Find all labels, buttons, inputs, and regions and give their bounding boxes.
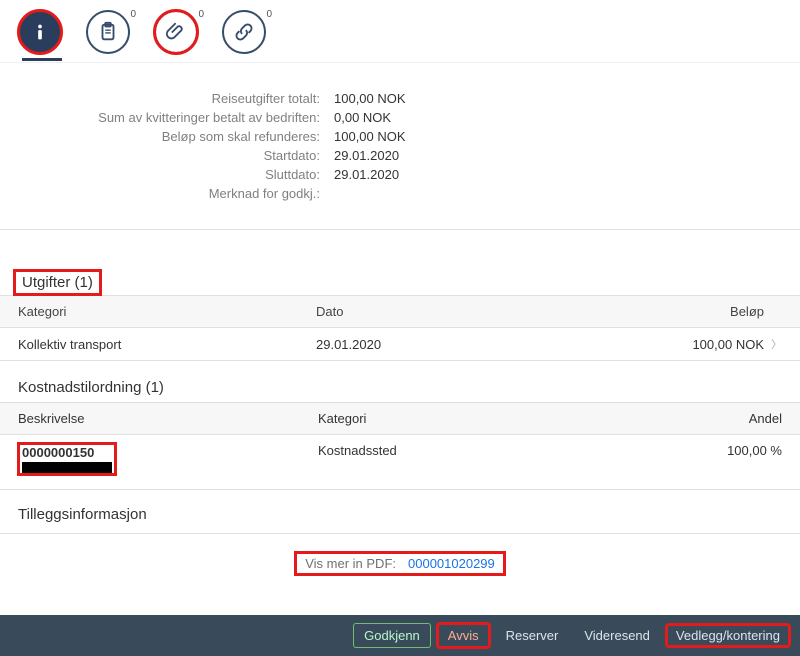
- summary-value: 0,00 NOK: [334, 110, 391, 125]
- summary-label: Reiseutgifter totalt:: [60, 91, 320, 106]
- footer-bar: Godkjenn Avvis Reserver Videresend Vedle…: [0, 615, 800, 656]
- clipboard-icon: [97, 21, 119, 43]
- paperclip-icon: [165, 21, 187, 43]
- pdf-row: Vis mer in PDF: 000001020299: [0, 534, 800, 615]
- tab-notes[interactable]: 0: [86, 10, 130, 54]
- col-beskrivelse: Beskrivelse: [18, 411, 318, 426]
- info-icon: [29, 21, 51, 43]
- row-dato: 29.01.2020: [316, 337, 614, 352]
- kostnad-header: Beskrivelse Kategori Andel: [0, 402, 800, 435]
- chevron-right-icon: 〉: [764, 336, 782, 352]
- kostnad-beskrivelse-block: 0000000150: [18, 443, 116, 475]
- utgifter-header: Kategori Dato Beløp: [0, 295, 800, 328]
- tab-attachments[interactable]: 0: [154, 10, 198, 54]
- tab-links[interactable]: 0: [222, 10, 266, 54]
- approve-button[interactable]: Godkjenn: [353, 623, 431, 648]
- kostnad-andel: 100,00 %: [662, 443, 782, 458]
- col-dato: Dato: [316, 304, 614, 319]
- row-kategori: Kollektiv transport: [18, 337, 316, 352]
- summary-row: Startdato: 29.01.2020: [60, 148, 740, 163]
- summary-row: Reiseutgifter totalt: 100,00 NOK: [60, 91, 740, 106]
- forward-button[interactable]: Videresend: [574, 624, 660, 647]
- tab-attachments-badge: 0: [198, 9, 204, 20]
- utgifter-title: Utgifter (1): [14, 270, 101, 295]
- col-andel: Andel: [662, 411, 782, 426]
- summary-label: Merknad for godkj.:: [60, 186, 320, 201]
- summary-value: 29.01.2020: [334, 167, 399, 182]
- utgifter-table: Kategori Dato Beløp Kollektiv transport …: [0, 295, 800, 361]
- col-kategori: Kategori: [18, 304, 316, 319]
- summary-value: 29.01.2020: [334, 148, 399, 163]
- col-belop: Beløp: [614, 304, 764, 319]
- tab-bar: 0 0 0: [0, 0, 800, 63]
- tab-info[interactable]: [18, 10, 62, 54]
- summary-label: Sum av kvitteringer betalt av bedriften:: [60, 110, 320, 125]
- kostnad-row: 0000000150 Kostnadssted 100,00 %: [0, 435, 800, 490]
- utgifter-row[interactable]: Kollektiv transport 29.01.2020 100,00 NO…: [0, 328, 800, 361]
- summary-value: 100,00 NOK: [334, 129, 406, 144]
- kostnad-id: 0000000150: [22, 445, 94, 460]
- kostnad-title: Kostnadstilordning (1): [0, 361, 800, 402]
- redacted-bar: [22, 462, 112, 473]
- summary-row: Sum av kvitteringer betalt av bedriften:…: [60, 110, 740, 125]
- tab-notes-badge: 0: [130, 9, 136, 20]
- pdf-label: Vis mer in PDF:: [305, 556, 396, 571]
- summary-row: Sluttdato: 29.01.2020: [60, 167, 740, 182]
- link-icon: [233, 21, 255, 43]
- summary-row: Beløp som skal refunderes: 100,00 NOK: [60, 129, 740, 144]
- col-kategori2: Kategori: [318, 411, 662, 426]
- pdf-link-box: Vis mer in PDF: 000001020299: [295, 552, 505, 575]
- summary-block: Reiseutgifter totalt: 100,00 NOK Sum av …: [0, 63, 800, 223]
- summary-row: Merknad for godkj.:: [60, 186, 740, 201]
- attachments-button[interactable]: Vedlegg/kontering: [666, 624, 790, 647]
- tab-links-badge: 0: [266, 9, 272, 20]
- pdf-link[interactable]: 000001020299: [408, 556, 495, 571]
- tillegg-title: Tilleggsinformasjon: [0, 490, 800, 527]
- kostnad-kategori: Kostnadssted: [318, 443, 662, 458]
- row-belop: 100,00 NOK: [614, 337, 764, 352]
- summary-label: Startdato:: [60, 148, 320, 163]
- active-tab-underline: [22, 58, 62, 61]
- summary-value: 100,00 NOK: [334, 91, 406, 106]
- summary-label: Beløp som skal refunderes:: [60, 129, 320, 144]
- reject-button[interactable]: Avvis: [437, 623, 490, 648]
- summary-label: Sluttdato:: [60, 167, 320, 182]
- reserve-button[interactable]: Reserver: [496, 624, 569, 647]
